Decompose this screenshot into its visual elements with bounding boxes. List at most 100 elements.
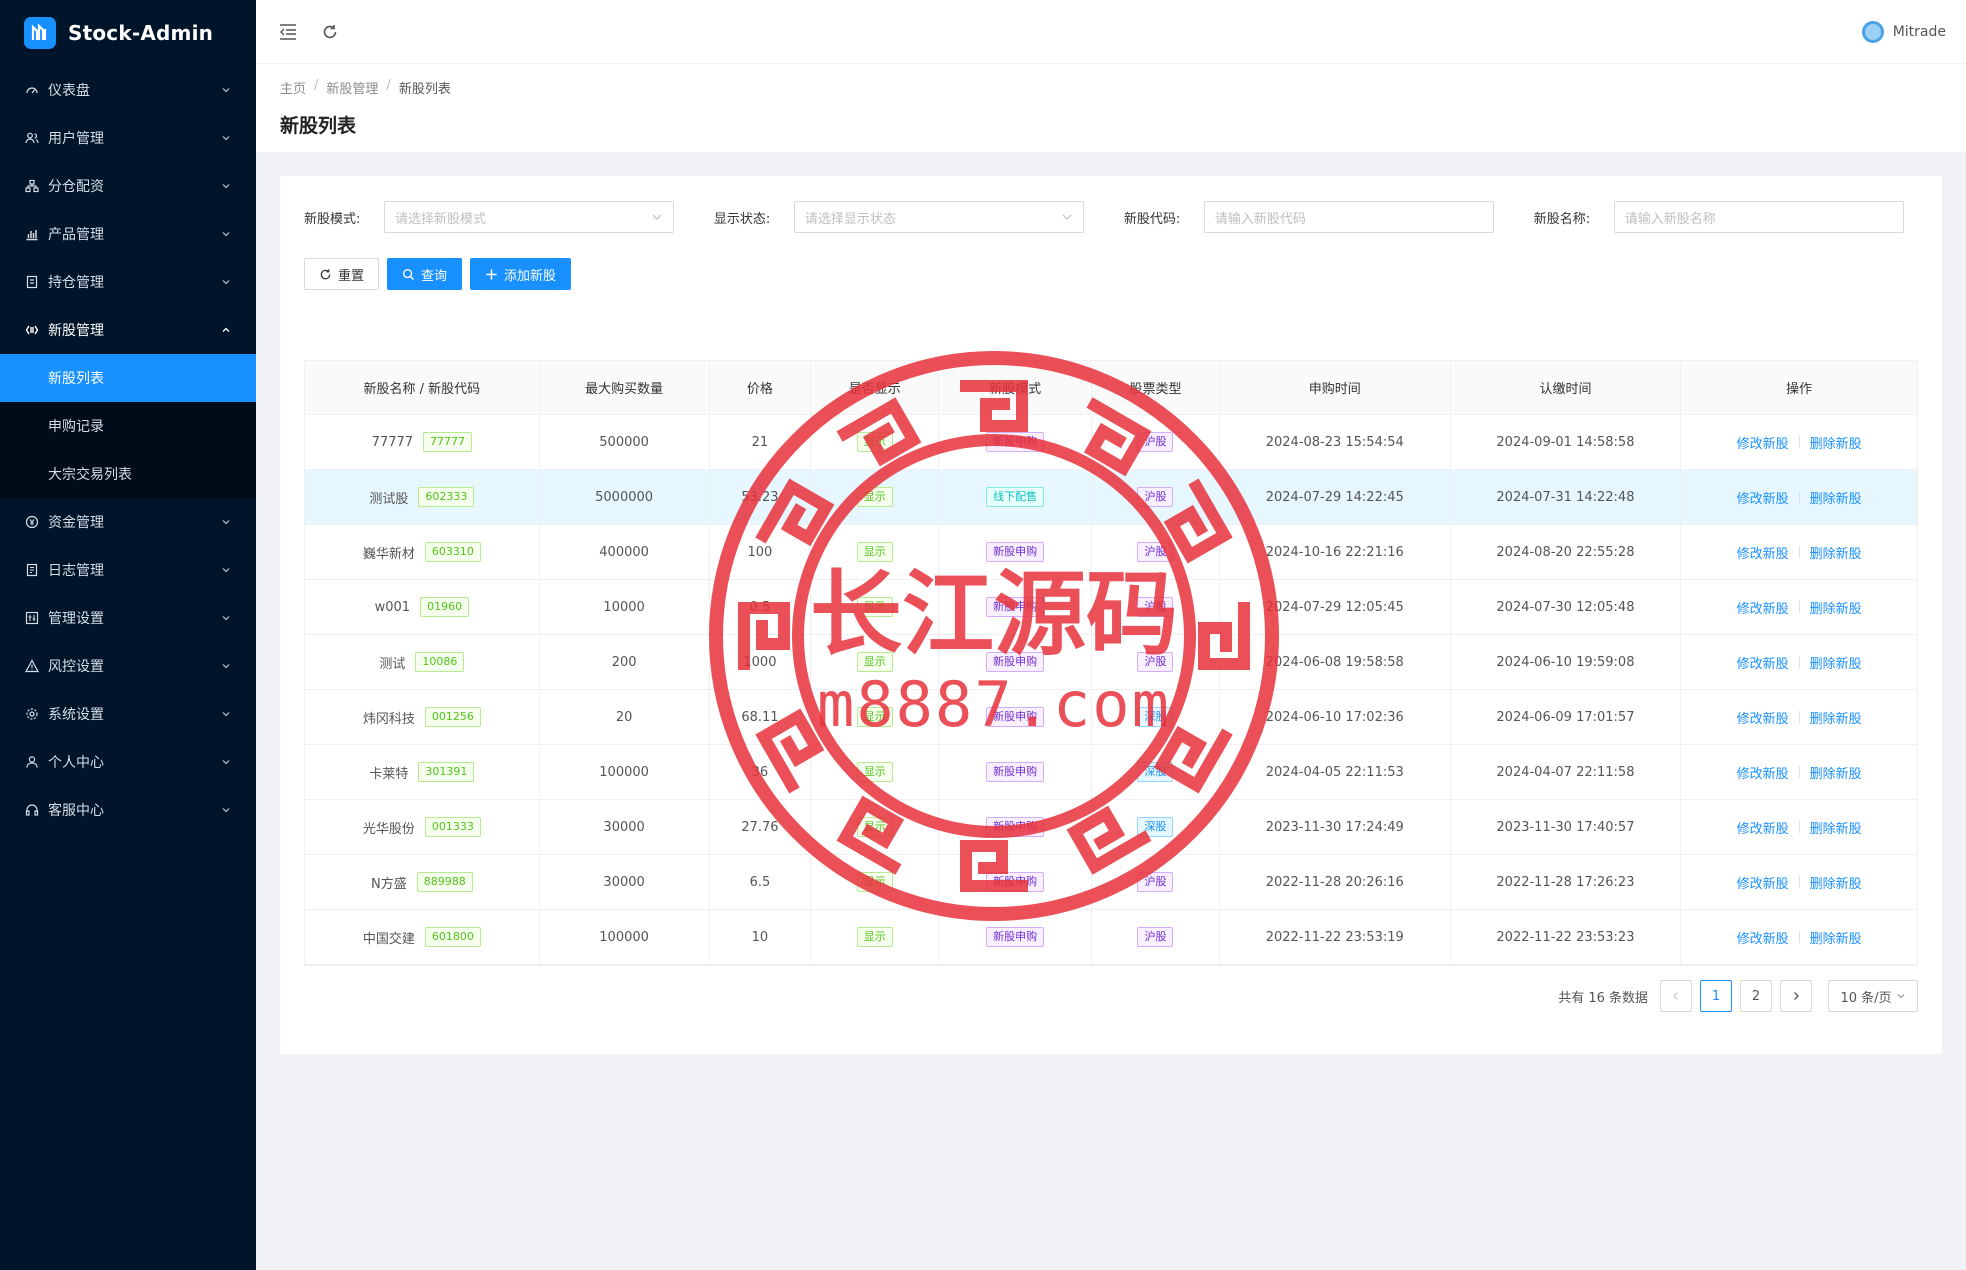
app-logo[interactable]: Stock-Admin — [0, 0, 256, 66]
sidebar-item[interactable]: 日志管理 — [0, 546, 256, 594]
chevron-down-icon — [652, 214, 662, 220]
sidebar-item-label: 管理设置 — [48, 611, 104, 627]
price: 53.23 — [710, 470, 812, 524]
refresh-icon[interactable] — [318, 20, 342, 44]
reset-button[interactable]: 重置 — [304, 258, 380, 290]
stock-type-tag: 深股 — [1137, 817, 1174, 837]
table-row: 巍华新材 603310 400000 100 显示 新股申购 沪股 2024-10-16 22… — [305, 525, 1917, 580]
ipo-code-tag: 889988 — [416, 872, 473, 892]
sidebar-item[interactable]: 资金管理 — [0, 498, 256, 546]
table-row: 测试 10086 200 1000 显示 新股申购 沪股 2024-06-08 19:58:5… — [305, 635, 1917, 690]
sidebar-subitem[interactable]: 大宗交易列表 — [0, 450, 256, 498]
ipo-code-tag: 10086 — [415, 652, 465, 672]
sidebar-item-label: 风控设置 — [48, 659, 104, 675]
edit-ipo-link[interactable]: 修改新股 — [1737, 708, 1789, 727]
sidebar-item[interactable]: 分仓配资 — [0, 162, 256, 210]
max-quantity: 500000 — [540, 415, 710, 469]
filter-bar: 新股模式: 请选择新股模式 显示状态: 请选择显示状态 新股代码: 请输入新股代… — [304, 200, 1918, 234]
max-quantity: 100000 — [540, 745, 710, 799]
ipo-mode-tag: 新股申购 — [986, 762, 1045, 782]
table-row: N方盛 889988 30000 6.5 显示 新股申购 沪股 2022-11-28 20:2… — [305, 855, 1917, 910]
plus-icon — [486, 268, 497, 280]
next-page-button[interactable] — [1780, 980, 1812, 1012]
ipo-name: 炜冈科技 — [362, 711, 415, 727]
menu-fold-icon[interactable] — [276, 20, 300, 44]
page-2-button[interactable]: 2 — [1740, 980, 1772, 1012]
ipo-code-tag: 602333 — [418, 487, 475, 507]
edit-ipo-link[interactable]: 修改新股 — [1737, 598, 1789, 617]
sidebar-item[interactable]: 风控设置 — [0, 642, 256, 690]
sidebar-item[interactable]: 持仓管理 — [0, 258, 256, 306]
table-row: 炜冈科技 001256 20 68.11 显示 新股申购 深股 2024-06-10 17:0… — [305, 690, 1917, 745]
avatar — [1861, 20, 1884, 43]
delete-ipo-link[interactable]: 删除新股 — [1810, 763, 1862, 782]
edit-ipo-link[interactable]: 修改新股 — [1737, 653, 1789, 672]
ipo-mode-tag: 新股申购 — [986, 432, 1045, 452]
price: 21 — [710, 415, 812, 469]
column-header: 申购时间 — [1220, 361, 1451, 414]
gear-icon — [24, 706, 40, 722]
edit-ipo-link[interactable]: 修改新股 — [1737, 433, 1789, 452]
sidebar-item[interactable]: 用户管理 — [0, 114, 256, 162]
edit-ipo-link[interactable]: 修改新股 — [1737, 928, 1789, 947]
query-button[interactable]: 查询 — [387, 258, 463, 290]
edit-ipo-link[interactable]: 修改新股 — [1737, 488, 1789, 507]
ipo-mode-tag: 新股申购 — [986, 872, 1045, 892]
sidebar-subitem[interactable]: 申购记录 — [0, 402, 256, 450]
delete-ipo-link[interactable]: 删除新股 — [1810, 818, 1862, 837]
prev-page-button[interactable] — [1660, 980, 1692, 1012]
edit-ipo-link[interactable]: 修改新股 — [1737, 543, 1789, 562]
sidebar-item-label: 用户管理 — [48, 131, 104, 147]
ipo-name: 77777 — [371, 434, 414, 450]
add-ipo-button[interactable]: 添加新股 — [470, 258, 572, 290]
sidebar-subitem[interactable]: 新股列表 — [0, 354, 256, 402]
breadcrumb-ipo-management[interactable]: 新股管理 — [326, 78, 378, 97]
subscribe-time: 2024-10-16 22:21:16 — [1220, 525, 1451, 579]
sidebar-item-label: 分仓配资 — [48, 179, 104, 195]
display-status-select[interactable]: 请选择显示状态 — [793, 201, 1084, 233]
edit-ipo-link[interactable]: 修改新股 — [1737, 873, 1789, 892]
edit-ipo-link[interactable]: 修改新股 — [1737, 818, 1789, 837]
sidebar-item[interactable]: 新股管理 — [0, 306, 256, 354]
ipo-code-input[interactable]: 请输入新股代码 — [1203, 201, 1494, 233]
breadcrumb-current: 新股列表 — [398, 82, 451, 97]
chevron-down-icon — [222, 136, 230, 141]
user-menu[interactable]: Mitrade — [1861, 20, 1946, 43]
sidebar-item[interactable]: 个人中心 — [0, 738, 256, 786]
delete-ipo-link[interactable]: 删除新股 — [1810, 873, 1862, 892]
top-header: Mitrade — [256, 0, 1966, 64]
stock-type-tag: 沪股 — [1137, 487, 1174, 507]
ipo-mode-select[interactable]: 请选择新股模式 — [384, 201, 674, 233]
ipo-name-input[interactable]: 请输入新股名称 — [1613, 201, 1904, 233]
delete-ipo-link[interactable]: 删除新股 — [1810, 708, 1862, 727]
delete-ipo-link[interactable]: 删除新股 — [1810, 433, 1862, 452]
column-header: 新股名称 / 新股代码 — [305, 361, 540, 414]
breadcrumb-home[interactable]: 主页 — [280, 78, 306, 97]
delete-ipo-link[interactable]: 删除新股 — [1810, 653, 1862, 672]
delete-ipo-link[interactable]: 删除新股 — [1810, 488, 1862, 507]
user-icon — [24, 754, 40, 770]
edit-ipo-link[interactable]: 修改新股 — [1737, 763, 1789, 782]
sidebar-item[interactable]: 仪表盘 — [0, 66, 256, 114]
pagination: 共有 16 条数据 1 2 10 条/页 — [1558, 980, 1918, 1012]
stock-type-tag: 沪股 — [1137, 432, 1174, 452]
delete-ipo-link[interactable]: 删除新股 — [1810, 543, 1862, 562]
sidebar-item[interactable]: 管理设置 — [0, 594, 256, 642]
sidebar-item[interactable]: 产品管理 — [0, 210, 256, 258]
delete-ipo-link[interactable]: 删除新股 — [1810, 928, 1862, 947]
sidebar-item[interactable]: 客服中心 — [0, 786, 256, 834]
chevron-down-icon — [222, 232, 230, 237]
page-1-button[interactable]: 1 — [1700, 980, 1732, 1012]
delete-ipo-link[interactable]: 删除新股 — [1810, 598, 1862, 617]
display-status-tag: 显示 — [856, 542, 893, 562]
chevron-down-icon — [222, 280, 230, 285]
sidebar-item[interactable]: 系统设置 — [0, 690, 256, 738]
page-size-select[interactable]: 10 条/页 — [1828, 980, 1918, 1012]
ipo-mode-tag: 新股申购 — [986, 542, 1045, 562]
money-icon — [24, 514, 40, 530]
table-header: 新股名称 / 新股代码 最大购买数量 价格 是否显示 新股模式 股票类型 申购时… — [305, 361, 1917, 415]
breadcrumb: 主页 / 新股管理 / 新股列表 — [280, 78, 451, 97]
display-status-tag: 显示 — [856, 927, 893, 947]
display-status-tag: 显示 — [856, 817, 893, 837]
stock-type-tag: 深股 — [1137, 762, 1174, 782]
